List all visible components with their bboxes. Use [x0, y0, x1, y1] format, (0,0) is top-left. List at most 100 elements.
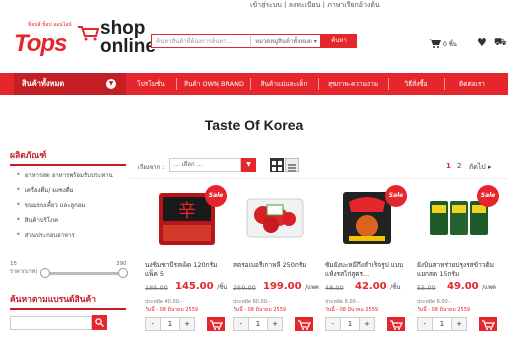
- sidebar-item-fresh-food[interactable]: อาหารสด อาหารพร้อมรับประทาน: [16, 170, 113, 180]
- brand-search-heading: ค้นหาตามแบรนด์สินค้า: [10, 292, 126, 310]
- page-link-1[interactable]: 1: [446, 162, 451, 170]
- brand-search-input[interactable]: [10, 316, 92, 330]
- price-unit: /แพค: [482, 284, 496, 291]
- saving-text: ประหยัด 60.00.-: [233, 299, 271, 305]
- sort-select[interactable]: ... เลือก ...: [169, 158, 241, 172]
- quantity-stepper[interactable]: -1 +: [233, 317, 283, 331]
- search-category-select[interactable]: หมวดหมู่สินค้าทั้งหมด ▾: [250, 36, 320, 46]
- decrement-button[interactable]: -: [234, 318, 248, 330]
- page-link-2[interactable]: 2: [457, 162, 461, 170]
- nav-divider: [250, 78, 251, 90]
- cart-count[interactable]: 0 ชิ้น: [443, 39, 457, 49]
- price-slider-min-handle[interactable]: [40, 268, 50, 278]
- sidebar-item-ingredients[interactable]: ส่วนประกอบอาหาร: [16, 230, 75, 240]
- cart-icon: [298, 320, 312, 330]
- add-to-cart-button[interactable]: [387, 317, 405, 331]
- decrement-button[interactable]: -: [146, 318, 160, 330]
- cart-icon: [210, 320, 224, 330]
- cart-icon[interactable]: [429, 38, 441, 48]
- product-name[interactable]: ซัมยังบะหมี่กึ่งสำเร็จรูป แบบแห้งรสไก่สู…: [325, 261, 409, 279]
- cart-icon: [390, 320, 404, 330]
- new-price: 145.00 /ชิ้น: [175, 281, 227, 292]
- heart-icon[interactable]: ♥: [477, 36, 487, 49]
- increment-button[interactable]: +: [180, 318, 194, 330]
- divider: [130, 178, 508, 179]
- chevron-down-icon[interactable]: ▼: [241, 158, 256, 172]
- sidebar-item-snacks[interactable]: ขนมขบเคี้ยว และลูกอม: [16, 200, 86, 210]
- nav-divider: [444, 78, 445, 90]
- add-to-cart-button[interactable]: [207, 317, 225, 331]
- sale-badge: Sale: [385, 185, 407, 207]
- valid-date: วันนี้ - 08 มีนาคม 2559: [417, 307, 471, 313]
- increment-button[interactable]: +: [268, 318, 282, 330]
- quantity-stepper[interactable]: -1 +: [417, 317, 467, 331]
- nav-all-products[interactable]: สินค้าทั้งหมด ▼: [14, 73, 126, 95]
- product-name[interactable]: ยังบินสาหร่ายปรุงรสข้าวต้ม แยกสด 15กรัม: [417, 261, 501, 279]
- price-slider-max-handle[interactable]: [118, 268, 128, 278]
- chevron-down-icon: ▼: [106, 79, 116, 89]
- new-price: 49.00 /แพค: [447, 281, 496, 292]
- nav-divider: [318, 78, 319, 90]
- search-bar[interactable]: ค้นหาสินค้าที่ต้องการค้นหา... หมวดหมู่สิ…: [151, 34, 321, 48]
- price-value: 49.00: [447, 281, 479, 292]
- product-card[interactable]: สตรอเบอรี่เกาหลี 250กรัม 259.00 199.00 /…: [233, 183, 319, 339]
- quantity-value[interactable]: 1: [340, 318, 360, 330]
- cart-icon: [482, 320, 496, 330]
- nav-all-products-label: สินค้าทั้งหมด: [22, 79, 65, 88]
- product-name[interactable]: สตรอเบอรี่เกาหลี 250กรัม: [233, 261, 317, 279]
- price-min: 15: [10, 261, 17, 267]
- nav-item-contact[interactable]: ติดต่อเรา: [446, 73, 498, 95]
- decrement-button[interactable]: -: [418, 318, 432, 330]
- increment-button[interactable]: +: [360, 318, 374, 330]
- quantity-stepper[interactable]: -1 +: [145, 317, 195, 331]
- grid-view-icon[interactable]: [270, 158, 284, 172]
- product-name[interactable]: นงชิมชาบีรสเผ็ด 120กรัม แพ็ค 5: [145, 261, 229, 279]
- old-price: 55.00: [417, 284, 436, 292]
- product-card[interactable]: Sale ยังบินสาหร่ายปรุงรสข้าวต้ม แยกสด 15…: [417, 183, 501, 339]
- quantity-value[interactable]: 1: [432, 318, 452, 330]
- valid-date: วันนี้ - 08 มีนาคม 2559: [145, 307, 199, 313]
- sale-badge: Sale: [205, 185, 227, 207]
- decrement-button[interactable]: -: [326, 318, 340, 330]
- search-button[interactable]: ค้นหา: [321, 34, 357, 48]
- nav-item-own-brand[interactable]: สินค้า OWN BRAND: [180, 73, 248, 95]
- price-unit: /แพค: [305, 284, 319, 291]
- nav-item-promotion[interactable]: โปรโมชั่น: [128, 73, 174, 95]
- nav-item-mom-baby[interactable]: สินค้าแม่และเด็ก: [252, 73, 316, 95]
- quantity-value[interactable]: 1: [160, 318, 180, 330]
- brand-search-button[interactable]: [92, 315, 107, 330]
- logo-tagline: ท็อปส์ ช็อป ออนไลน์: [28, 22, 72, 28]
- add-to-cart-button[interactable]: [295, 317, 313, 331]
- quantity-value[interactable]: 1: [248, 318, 268, 330]
- sale-badge: Sale: [477, 185, 499, 207]
- price-value: 145.00: [175, 281, 214, 292]
- nav-item-how-to-order[interactable]: วิธีสั่งซื้อ: [390, 73, 442, 95]
- truck-icon[interactable]: ⛟: [494, 37, 507, 50]
- product-card[interactable]: 辛 Sale นงชิมชาบีรสเผ็ด 120กรัม แพ็ค 5 18…: [145, 183, 229, 339]
- price-unit: /ชิ้น: [217, 284, 228, 291]
- top-links[interactable]: เข้าสู่ระบบ | ลงทะเบียน | ภาษาเรียกอ้างต…: [250, 0, 508, 8]
- search-input[interactable]: ค้นหาสินค้าที่ต้องการค้นหา...: [152, 36, 250, 46]
- search-icon: [95, 318, 104, 327]
- nav-divider: [176, 78, 177, 90]
- price-label: ราคา(บาท): [10, 269, 38, 275]
- saving-text: ประหยัด 40.00.-: [145, 299, 183, 305]
- increment-button[interactable]: +: [452, 318, 466, 330]
- old-price: 259.00: [233, 284, 256, 292]
- next-page-link[interactable]: ถัดไป ▸: [469, 162, 492, 173]
- sidebar-item-beverages[interactable]: เครื่องดื่ม/ ผงชงดื่ม: [16, 185, 74, 195]
- saving-text: ประหยัด 6.00.-: [325, 299, 360, 305]
- price-value: 199.00: [263, 281, 302, 292]
- add-to-cart-button[interactable]: [479, 317, 497, 331]
- nav-item-health-beauty[interactable]: สุขภาพ-ความงาม: [320, 73, 386, 95]
- product-card[interactable]: Sale ซัมยังบะหมี่กึ่งสำเร็จรูป แบบแห้งรส…: [325, 183, 409, 339]
- list-view-icon[interactable]: [285, 158, 299, 172]
- svg-text:辛: 辛: [178, 201, 196, 222]
- product-image[interactable]: [233, 183, 317, 253]
- price-slider-track[interactable]: [42, 272, 126, 275]
- quantity-stepper[interactable]: -1 +: [325, 317, 375, 331]
- sidebar-item-consumer-goods[interactable]: สินค้าบริโภค: [16, 215, 58, 225]
- logo-tops[interactable]: Tops: [14, 30, 67, 58]
- saving-text: ประหยัด 6.00.-: [417, 299, 452, 305]
- new-price: 42.00 /ชิ้น: [355, 281, 400, 292]
